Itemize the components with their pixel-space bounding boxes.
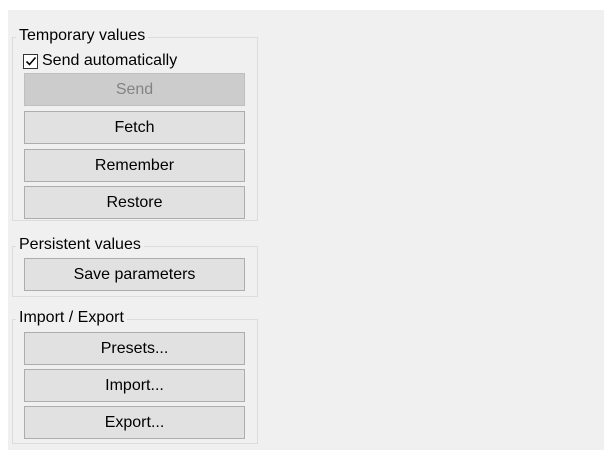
- persistent-values-group: Persistent values Save parameters: [12, 236, 258, 297]
- export-button[interactable]: Export...: [24, 406, 245, 439]
- import-button[interactable]: Import...: [24, 369, 245, 402]
- import-export-title: Import / Export: [16, 309, 127, 327]
- parameters-panel: Temporary values Send automatically Send…: [8, 10, 604, 450]
- fetch-button[interactable]: Fetch: [24, 111, 245, 144]
- send-button[interactable]: Send: [24, 73, 245, 106]
- send-automatically-label[interactable]: Send automatically: [42, 52, 177, 70]
- presets-button[interactable]: Presets...: [24, 332, 245, 365]
- persistent-values-title: Persistent values: [16, 236, 144, 254]
- import-export-group: Import / Export Presets... Import... Exp…: [12, 309, 258, 444]
- temporary-values-group: Temporary values Send automatically Send…: [12, 27, 258, 221]
- send-automatically-checkbox[interactable]: [23, 53, 38, 69]
- restore-button[interactable]: Restore: [24, 186, 245, 219]
- save-parameters-button[interactable]: Save parameters: [24, 258, 245, 291]
- send-automatically-row[interactable]: Send automatically: [23, 52, 177, 70]
- temporary-values-title: Temporary values: [16, 27, 149, 45]
- remember-button[interactable]: Remember: [24, 149, 245, 182]
- checkmark-icon: [25, 56, 36, 66]
